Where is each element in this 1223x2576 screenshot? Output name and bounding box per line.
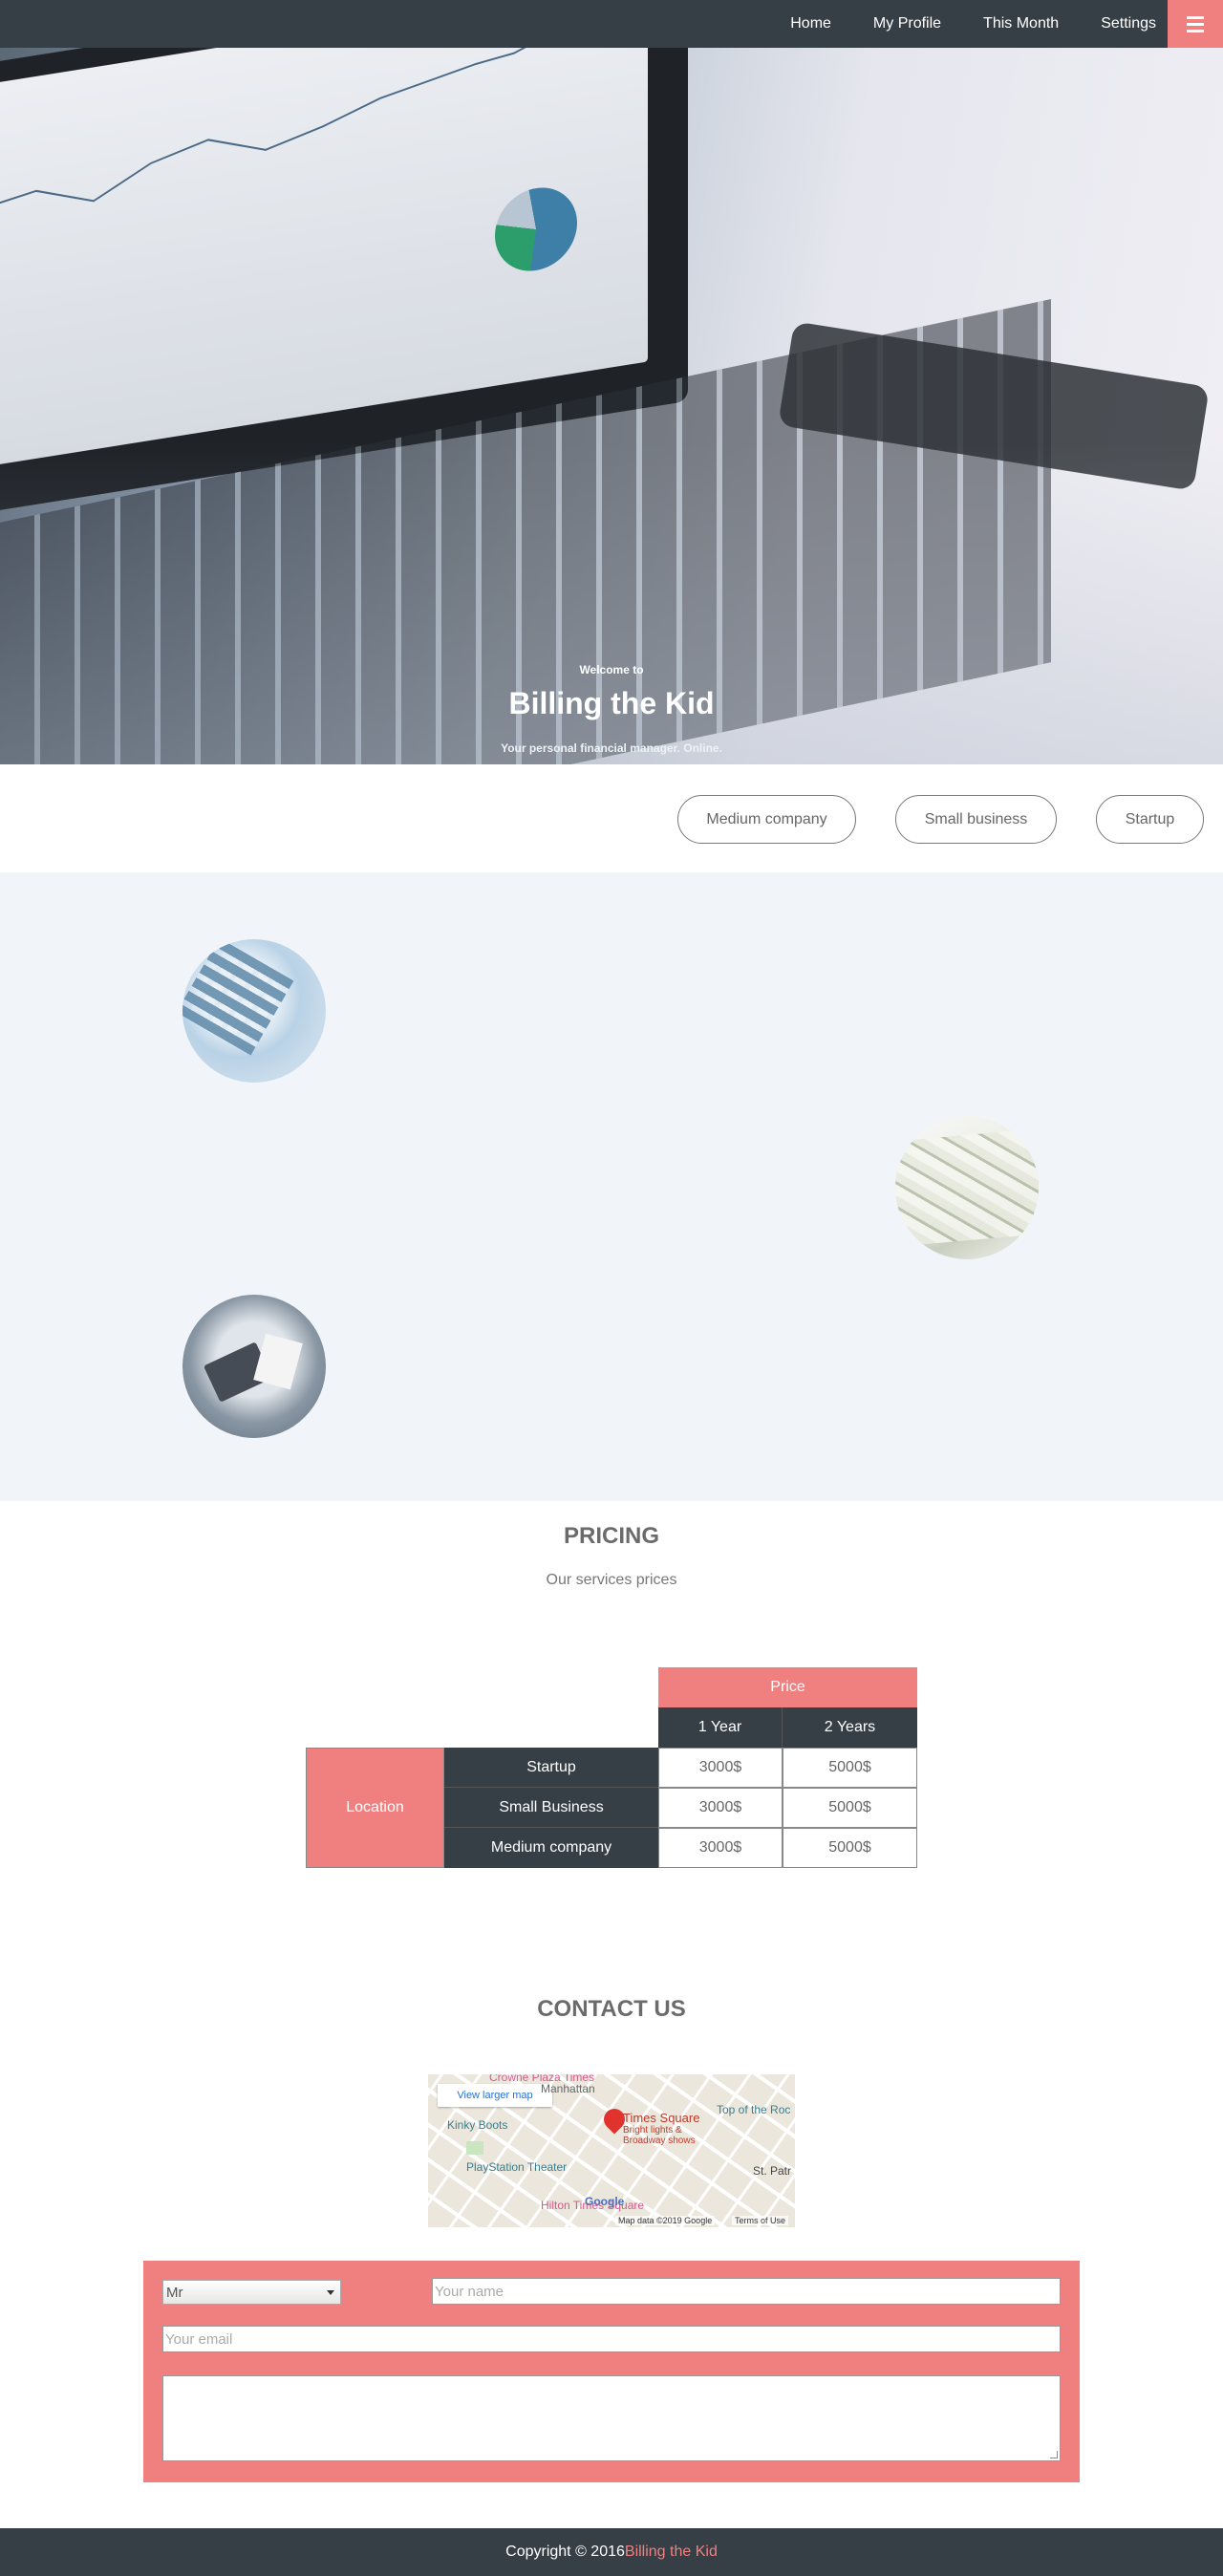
price-cell: 3000$: [658, 1828, 783, 1868]
pricing-subtitle: Our services prices: [546, 1572, 677, 1588]
footer-brand-link[interactable]: Billing the Kid: [625, 2544, 718, 2561]
price-header: Price: [658, 1667, 917, 1707]
map-label: Manhattan: [541, 2082, 595, 2095]
location-label: Location: [306, 1748, 444, 1868]
map-data-text: Map data ©2019 Google: [615, 2216, 716, 2225]
map-label: PlayStation Theater: [466, 2160, 568, 2174]
hero-subtitle: Your personal financial manager. Online.: [501, 741, 722, 755]
map-place-desc: Broadway shows: [623, 2136, 696, 2146]
price-cell: 5000$: [783, 1748, 917, 1788]
money-image: [895, 1116, 1039, 1259]
hamburger-icon[interactable]: [1168, 0, 1223, 48]
top-navbar: Home My Profile This Month Settings: [0, 0, 1223, 48]
desk-work-image: [182, 1295, 326, 1438]
map-label: Top of the Roc: [717, 2103, 791, 2116]
row-small-business: Small Business: [444, 1788, 658, 1828]
price-cell: 5000$: [783, 1828, 917, 1868]
map-place-desc: Bright lights &: [623, 2125, 682, 2136]
price-cell: 3000$: [658, 1748, 783, 1788]
email-input[interactable]: Your email: [162, 2326, 1061, 2352]
map-label: Kinky Boots: [447, 2118, 508, 2132]
footer: Copyright © 2016 Billing the Kid: [0, 2528, 1223, 2576]
nav-item-this-month[interactable]: This Month: [983, 15, 1059, 32]
nav-links: Home My Profile This Month Settings: [748, 0, 1156, 48]
price-cell: 3000$: [658, 1788, 783, 1828]
calculator-image: [182, 939, 326, 1083]
nav-item-my-profile[interactable]: My Profile: [873, 15, 941, 32]
period-1-year: 1 Year: [658, 1707, 783, 1748]
view-larger-map-link[interactable]: View larger map: [438, 2084, 552, 2107]
title-select-value: Mr: [166, 2284, 183, 2301]
embedded-map[interactable]: View larger map Crowne Plaza Times Manha…: [428, 2074, 795, 2227]
hero-banner: Welcome to Billing the Kid Your personal…: [0, 48, 1223, 764]
row-medium-company: Medium company: [444, 1828, 658, 1868]
filter-medium-company[interactable]: Medium company: [677, 795, 856, 844]
filter-bar: Medium company Small business Startup: [0, 764, 1223, 872]
contact-form: Mr Your name Your email: [143, 2261, 1080, 2482]
features-section: [0, 872, 1223, 1501]
map-terms-link[interactable]: Terms of Use: [732, 2216, 789, 2225]
chevron-down-icon: [327, 2290, 334, 2295]
row-startup: Startup: [444, 1748, 658, 1788]
nav-item-settings[interactable]: Settings: [1101, 15, 1156, 32]
filter-startup[interactable]: Startup: [1096, 795, 1204, 844]
resize-handle[interactable]: [1050, 2451, 1058, 2458]
nav-item-home[interactable]: Home: [790, 15, 831, 32]
contact-title: CONTACT US: [537, 1996, 686, 2022]
price-cell: 5000$: [783, 1788, 917, 1828]
copyright-text: Copyright © 2016: [505, 2544, 625, 2560]
period-2-years: 2 Years: [783, 1707, 917, 1748]
hero-welcome: Welcome to: [579, 663, 644, 676]
pricing-title: PRICING: [563, 1523, 659, 1549]
map-label: St. Patr: [753, 2164, 792, 2178]
name-input[interactable]: Your name: [432, 2278, 1061, 2305]
hero-title: Billing the Kid: [508, 686, 715, 720]
message-textarea[interactable]: [162, 2375, 1061, 2461]
filter-small-business[interactable]: Small business: [895, 795, 1057, 844]
map-place-name: Times Square: [623, 2111, 700, 2125]
google-logo: Google: [585, 2195, 625, 2208]
title-select[interactable]: Mr: [162, 2280, 341, 2305]
